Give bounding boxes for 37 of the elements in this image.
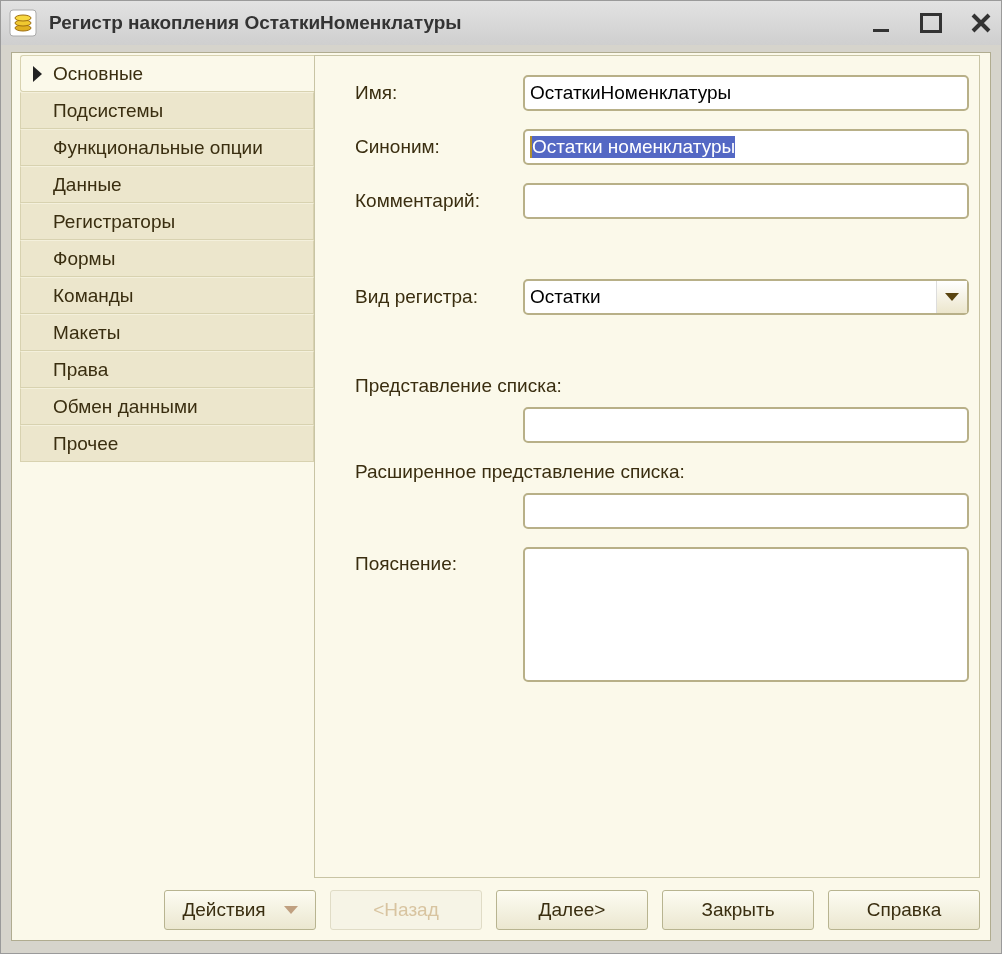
sidebar-tab[interactable]: Формы [20, 240, 314, 277]
text-field[interactable]: ОстаткиНоменклатуры [523, 75, 969, 111]
dropdown-field[interactable]: Остатки [523, 279, 969, 315]
field-label: Комментарий: [355, 190, 481, 212]
dialog-button[interactable]: Закрыть [662, 890, 814, 930]
maximize-button[interactable] [920, 13, 942, 33]
sidebar-tab[interactable]: Данные [20, 166, 314, 203]
caret-icon [283, 906, 298, 914]
sidebar-tab[interactable]: Прочее [20, 425, 314, 462]
field-label: Пояснение: [355, 552, 459, 575]
sidebar-tab[interactable]: Функциональные опции [20, 129, 314, 166]
text-field[interactable] [523, 493, 969, 529]
text-field[interactable] [523, 407, 969, 443]
field-label: Расширенное представление списка: [355, 461, 686, 483]
close-button[interactable] [971, 13, 991, 33]
coins-icon [9, 9, 37, 37]
text-field[interactable]: Остатки номенклатуры [523, 129, 969, 165]
sidebar-tab[interactable]: Макеты [20, 314, 314, 351]
field-label: Синоним: [355, 136, 441, 158]
text-field[interactable] [523, 183, 969, 219]
field-label: Вид регистра: [355, 286, 479, 308]
actions-button[interactable]: Действия [164, 890, 316, 930]
field-label: Имя: [355, 82, 399, 104]
dialog-button[interactable]: Справка [828, 890, 980, 930]
sidebar-tab[interactable]: Основные [20, 55, 314, 92]
field-label: Представление списка: [355, 375, 563, 397]
sidebar-tab[interactable]: Регистраторы [20, 203, 314, 240]
text-area[interactable] [523, 547, 969, 682]
triangle-icon [33, 66, 42, 82]
window-title: Регистр накопления ОстаткиНоменклатуры [49, 12, 463, 34]
sidebar-tab[interactable]: Права [20, 351, 314, 388]
selected-text: Остатки номенклатуры [530, 136, 736, 158]
caret-icon [945, 293, 959, 301]
sidebar-tab[interactable]: Подсистемы [20, 92, 314, 129]
sidebar-tab[interactable]: Обмен данными [20, 388, 314, 425]
sidebar-tab[interactable]: Команды [20, 277, 314, 314]
dialog-button[interactable]: Далее> [496, 890, 648, 930]
